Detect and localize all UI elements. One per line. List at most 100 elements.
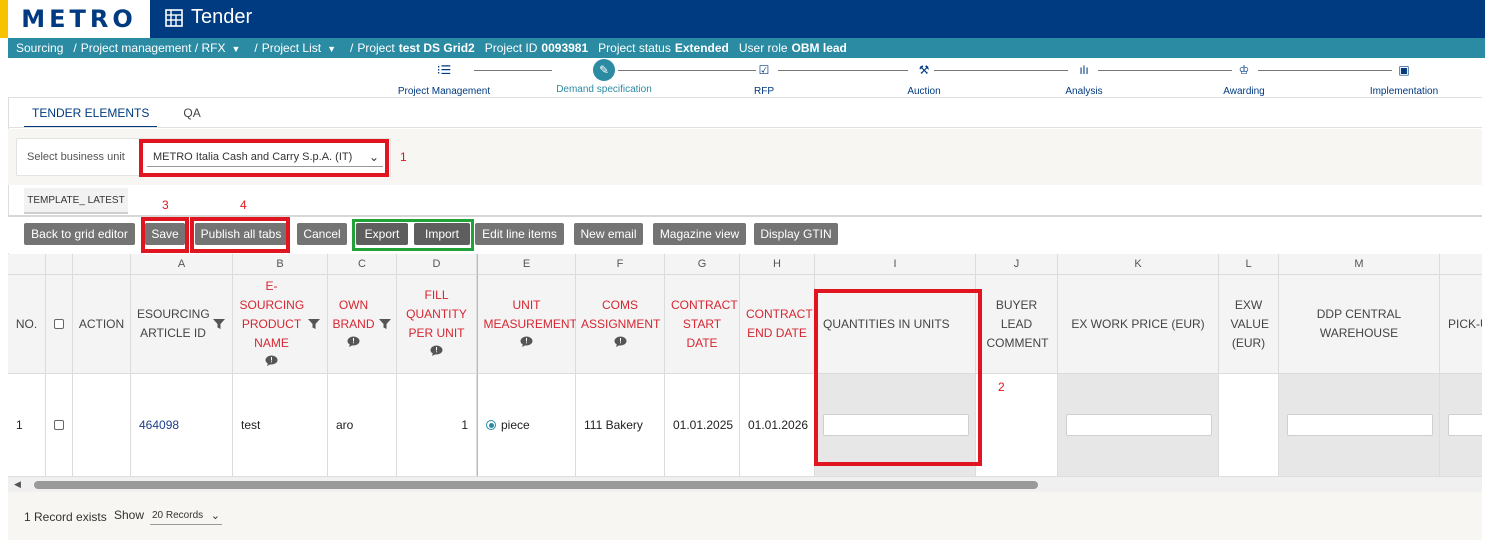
comment-icon [265, 355, 278, 366]
award-icon: ♔ [1238, 63, 1250, 77]
list-icon: ⁝☰ [436, 63, 452, 77]
business-unit-label: Select business unit [27, 151, 125, 163]
col-letter [46, 254, 72, 275]
col-action: ACTION [73, 254, 131, 476]
step-label: Project Management [397, 86, 491, 97]
crumb-project-list[interactable]: Project List ▼ [262, 41, 340, 55]
cell-unit-measurement: piece [478, 374, 575, 476]
tender-page: METRO Tender Sourcing / Project manageme… [0, 0, 1485, 540]
col-select [46, 254, 73, 476]
cancel-button[interactable]: Cancel [297, 223, 347, 245]
grid-table-icon [165, 8, 183, 27]
crumb-sourcing[interactable]: Sourcing [16, 41, 63, 55]
display-gtin-button[interactable]: Display GTIN [754, 223, 838, 245]
back-to-grid-editor-button[interactable]: Back to grid editor [24, 223, 135, 245]
header-text: CONTRACT END DATE [746, 307, 813, 340]
caret-down-icon: ▼ [231, 44, 241, 54]
page-size-value: 20 Records [152, 510, 204, 521]
annotation-box-export-import [352, 219, 474, 251]
horizontal-scrollbar[interactable]: ◀ [8, 476, 1482, 492]
gavel-icon: ⚒ [918, 63, 930, 77]
tab-tender-elements[interactable]: TENDER ELEMENTS [24, 100, 158, 128]
header-label: ESOURCING ARTICLE ID [137, 307, 210, 340]
filter-icon[interactable] [378, 318, 392, 330]
header-text: EXW VALUE (EUR) [1230, 297, 1269, 350]
data-grid: NO. 1 ACTION A ESOURCING ARTICLE ID 4640… [8, 254, 1482, 476]
col-letter: H [740, 254, 814, 275]
select-all-checkbox[interactable] [54, 319, 64, 329]
filter-icon[interactable] [307, 318, 321, 330]
col-letter: G [665, 254, 739, 275]
col-l: L EXW VALUE (EUR) [1219, 254, 1279, 476]
row-checkbox[interactable] [54, 420, 64, 430]
col-a: A ESOURCING ARTICLE ID 464098 [131, 254, 233, 476]
ddp-central-input[interactable] [1287, 414, 1433, 436]
col-f: F COMS ASSIGNMENT 111 Bakery [576, 254, 665, 476]
scroll-thumb[interactable] [34, 481, 1038, 489]
cell-action [73, 374, 130, 476]
header-label: UNIT MEASUREMENT [484, 296, 577, 353]
cell-ddp-central [1279, 374, 1439, 476]
new-email-button[interactable]: New email [574, 223, 643, 245]
brand-accent-bar [0, 0, 8, 38]
annotation-label-4: 4 [240, 198, 247, 212]
cell-pick-up [1440, 374, 1482, 476]
col-e: E UNIT MEASUREMENT piece [477, 254, 577, 476]
magazine-view-button[interactable]: Magazine view [653, 223, 746, 245]
tabs-divider [8, 127, 1482, 128]
metro-logo[interactable]: METRO [8, 0, 150, 38]
tab-template-latest[interactable]: TEMPLATE_ LATEST [24, 188, 128, 214]
pick-up-input[interactable] [1448, 414, 1482, 436]
annotation-box-2 [814, 289, 982, 466]
header-action: ACTION [73, 275, 130, 374]
step-label: Awarding [1223, 86, 1265, 97]
step-auction[interactable]: ⚒ Auction [854, 60, 994, 97]
tab-qa[interactable]: QA [175, 100, 208, 128]
col-letter [1440, 254, 1482, 275]
chevron-down-icon: ⌄ [210, 510, 220, 522]
main-tabs: TENDER ELEMENTS QA [24, 100, 227, 128]
project-id: 0093981 [541, 41, 589, 55]
step-implementation[interactable]: ▣ Implementation [1334, 60, 1474, 97]
user-role-label: User role [738, 41, 788, 55]
scroll-left-icon[interactable]: ◀ [14, 479, 21, 490]
col-b: B E-SOURCING PRODUCT NAME test [233, 254, 328, 476]
cell-no: 1 [16, 418, 23, 432]
col-letter [73, 254, 130, 275]
ex-work-price-input[interactable] [1066, 414, 1212, 436]
article-id-link[interactable]: 464098 [139, 418, 179, 432]
user-role: OBM lead [791, 41, 847, 55]
filter-icon[interactable] [212, 318, 226, 330]
crumb-separator: / [254, 41, 258, 55]
annotation-label-2: 2 [998, 380, 1005, 394]
col-letter: E [478, 254, 575, 275]
header-coms-assignment: COMS ASSIGNMENT [576, 275, 664, 374]
comment-icon [614, 336, 626, 347]
header-label: COMS ASSIGNMENT [581, 296, 660, 353]
step-awarding[interactable]: ♔ Awarding [1174, 60, 1314, 97]
col-letter: B [233, 254, 327, 275]
cell-contract-start: 01.01.2025 [673, 418, 734, 432]
step-analysis[interactable]: ılı Analysis [1014, 60, 1154, 97]
project-status-label: Project status [598, 41, 671, 55]
app-title: Tender [165, 6, 252, 29]
unit-radio[interactable] [486, 420, 496, 430]
step-project-management[interactable]: ⁝☰ Project Management [374, 60, 514, 97]
cell-product-name: test [241, 418, 261, 432]
crumb-separator: / [350, 41, 354, 55]
app-title-text: Tender [191, 6, 253, 28]
step-demand-specification[interactable]: ✎ Demand specification [534, 59, 674, 95]
crumb-project-management[interactable]: Project management / RFX ▼ [81, 41, 245, 55]
col-letter: K [1058, 254, 1218, 275]
header-text: FILL QUANTITY PER UNIT [406, 288, 467, 340]
step-rfp[interactable]: ☑ RFP [694, 60, 834, 97]
project-name: test DS Grid2 [398, 41, 475, 55]
col-j: J BUYER LEAD COMMENT [976, 254, 1058, 476]
col-letter: M [1279, 254, 1439, 275]
edit-line-items-button[interactable]: Edit line items [475, 223, 564, 245]
show-label: Show [114, 508, 145, 522]
page-size-select[interactable]: 20 Records ⌄ [150, 507, 222, 525]
col-letter: C [328, 254, 396, 275]
annotation-label-1: 1 [400, 150, 407, 164]
col-letter: I [815, 254, 975, 275]
